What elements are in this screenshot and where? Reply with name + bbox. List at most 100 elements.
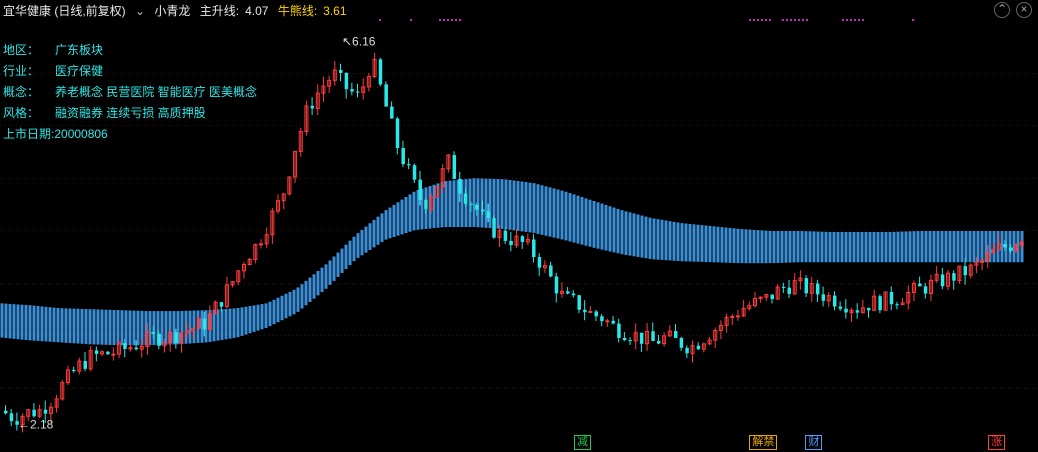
candle-body — [594, 311, 598, 317]
info-key: 行业： — [3, 64, 40, 78]
chart-header: 宜华健康 (日线,前复权) ⌄ 小青龙 主升线: 4.07 牛熊线: 3.61 — [3, 2, 353, 19]
info-row: 上市日期: 20000806 — [3, 124, 257, 145]
candle-body — [32, 409, 36, 417]
candle-body — [401, 148, 405, 165]
close-icon[interactable]: × — [1016, 2, 1032, 18]
max-price-label: ↖6.16 — [342, 35, 376, 49]
stock-info-panel: 地区： 广东板块 行业： 医疗保健 概念： 养老概念 民营医院 智能医疗 医美概念 风… — [3, 40, 257, 145]
signal-dot — [786, 19, 788, 21]
signal-dot — [459, 19, 461, 21]
info-value: 融资融券 连续亏损 高质押股 — [55, 106, 206, 120]
main-line-label: 主升线: — [199, 4, 240, 18]
candle-body — [617, 323, 621, 338]
candle-body — [832, 295, 837, 307]
info-row: 概念： 养老概念 民营医院 智能医疗 医美概念 — [3, 82, 257, 103]
candle-body — [770, 294, 774, 300]
info-value: 医疗保健 — [55, 64, 104, 78]
event-marker[interactable]: 涨 — [988, 435, 1006, 450]
candle-body — [622, 337, 627, 341]
signal-dot — [842, 19, 844, 21]
candle-body — [520, 236, 525, 242]
candle-body — [679, 337, 684, 348]
signal-dot — [846, 19, 848, 21]
candle-body — [844, 308, 848, 313]
candle-body — [537, 257, 542, 268]
event-marker[interactable]: 财 — [805, 435, 823, 450]
candle-body — [4, 410, 8, 414]
candle-body — [787, 287, 792, 294]
info-key: 概念： — [3, 85, 40, 99]
signal-dot — [379, 19, 381, 21]
candle-body — [503, 230, 508, 241]
candle-body — [730, 316, 735, 319]
settings-icon[interactable]: ⌃ — [994, 2, 1010, 18]
candle-body — [106, 351, 110, 355]
candle-body — [583, 309, 587, 313]
candle-body — [259, 243, 263, 246]
candle-body — [83, 361, 87, 369]
candle-body — [532, 239, 536, 258]
candle-body — [219, 302, 224, 307]
candle-body — [605, 320, 610, 323]
event-marker[interactable]: 解禁 — [749, 435, 778, 450]
bull-line-label: 牛熊线: — [277, 4, 318, 18]
candle-body — [571, 293, 576, 296]
candle-body — [350, 89, 354, 92]
candle-body — [151, 332, 156, 334]
candle-body — [310, 105, 315, 109]
signal-dot — [443, 19, 445, 21]
candle-body — [43, 409, 48, 414]
info-value: 养老概念 民营医院 智能医疗 医美概念 — [55, 85, 258, 99]
candle-body — [469, 203, 474, 205]
bull-line-value: 3.61 — [323, 4, 347, 18]
signal-dot — [862, 19, 864, 21]
signal-dot — [451, 19, 453, 21]
candle-body — [696, 345, 701, 350]
signal-dot — [790, 19, 792, 21]
signal-dot — [749, 19, 751, 21]
candle-body — [673, 331, 678, 338]
signal-dot — [765, 19, 767, 21]
candle-body — [202, 318, 207, 330]
signal-dot — [447, 19, 449, 21]
signal-dot — [455, 19, 457, 21]
candle-body — [685, 347, 689, 354]
candle-body — [628, 340, 633, 342]
candle-body — [1008, 247, 1013, 251]
candle-body — [475, 204, 479, 210]
indicator-name[interactable]: 小青龙 — [154, 4, 190, 18]
candle-body — [344, 72, 349, 90]
event-marker[interactable]: 减 — [574, 435, 591, 450]
candle-body — [111, 353, 116, 356]
candle-body — [463, 193, 468, 204]
candle-body — [566, 291, 570, 294]
candle-body — [157, 333, 161, 346]
candle-body — [804, 278, 809, 294]
candle-body — [889, 291, 894, 305]
candle-body — [781, 287, 786, 289]
min-price-label: ←2.18 — [18, 417, 54, 431]
candle-body — [407, 164, 411, 166]
signal-dot — [761, 19, 763, 21]
candle-body — [735, 315, 740, 318]
candle-body — [952, 273, 956, 281]
candle-body — [418, 179, 422, 200]
candle-body — [963, 266, 968, 276]
signal-dot — [912, 19, 914, 21]
signal-dot — [410, 19, 412, 21]
info-key: 上市日期: — [3, 127, 55, 141]
signal-dot — [798, 19, 800, 21]
candle-body — [656, 340, 661, 344]
candle-body — [588, 310, 593, 313]
window-controls: ⌃ × — [988, 2, 1032, 18]
candle-body — [452, 155, 457, 179]
chevron-down-icon[interactable]: ⌄ — [135, 4, 145, 18]
candle-body — [123, 343, 127, 350]
candle-body — [1003, 244, 1007, 248]
main-line-value: 4.07 — [245, 4, 269, 18]
candle-body — [356, 91, 360, 93]
candle-body — [577, 295, 581, 310]
candle-body — [878, 296, 882, 311]
candle-body — [821, 294, 826, 301]
candle-body — [554, 276, 559, 294]
